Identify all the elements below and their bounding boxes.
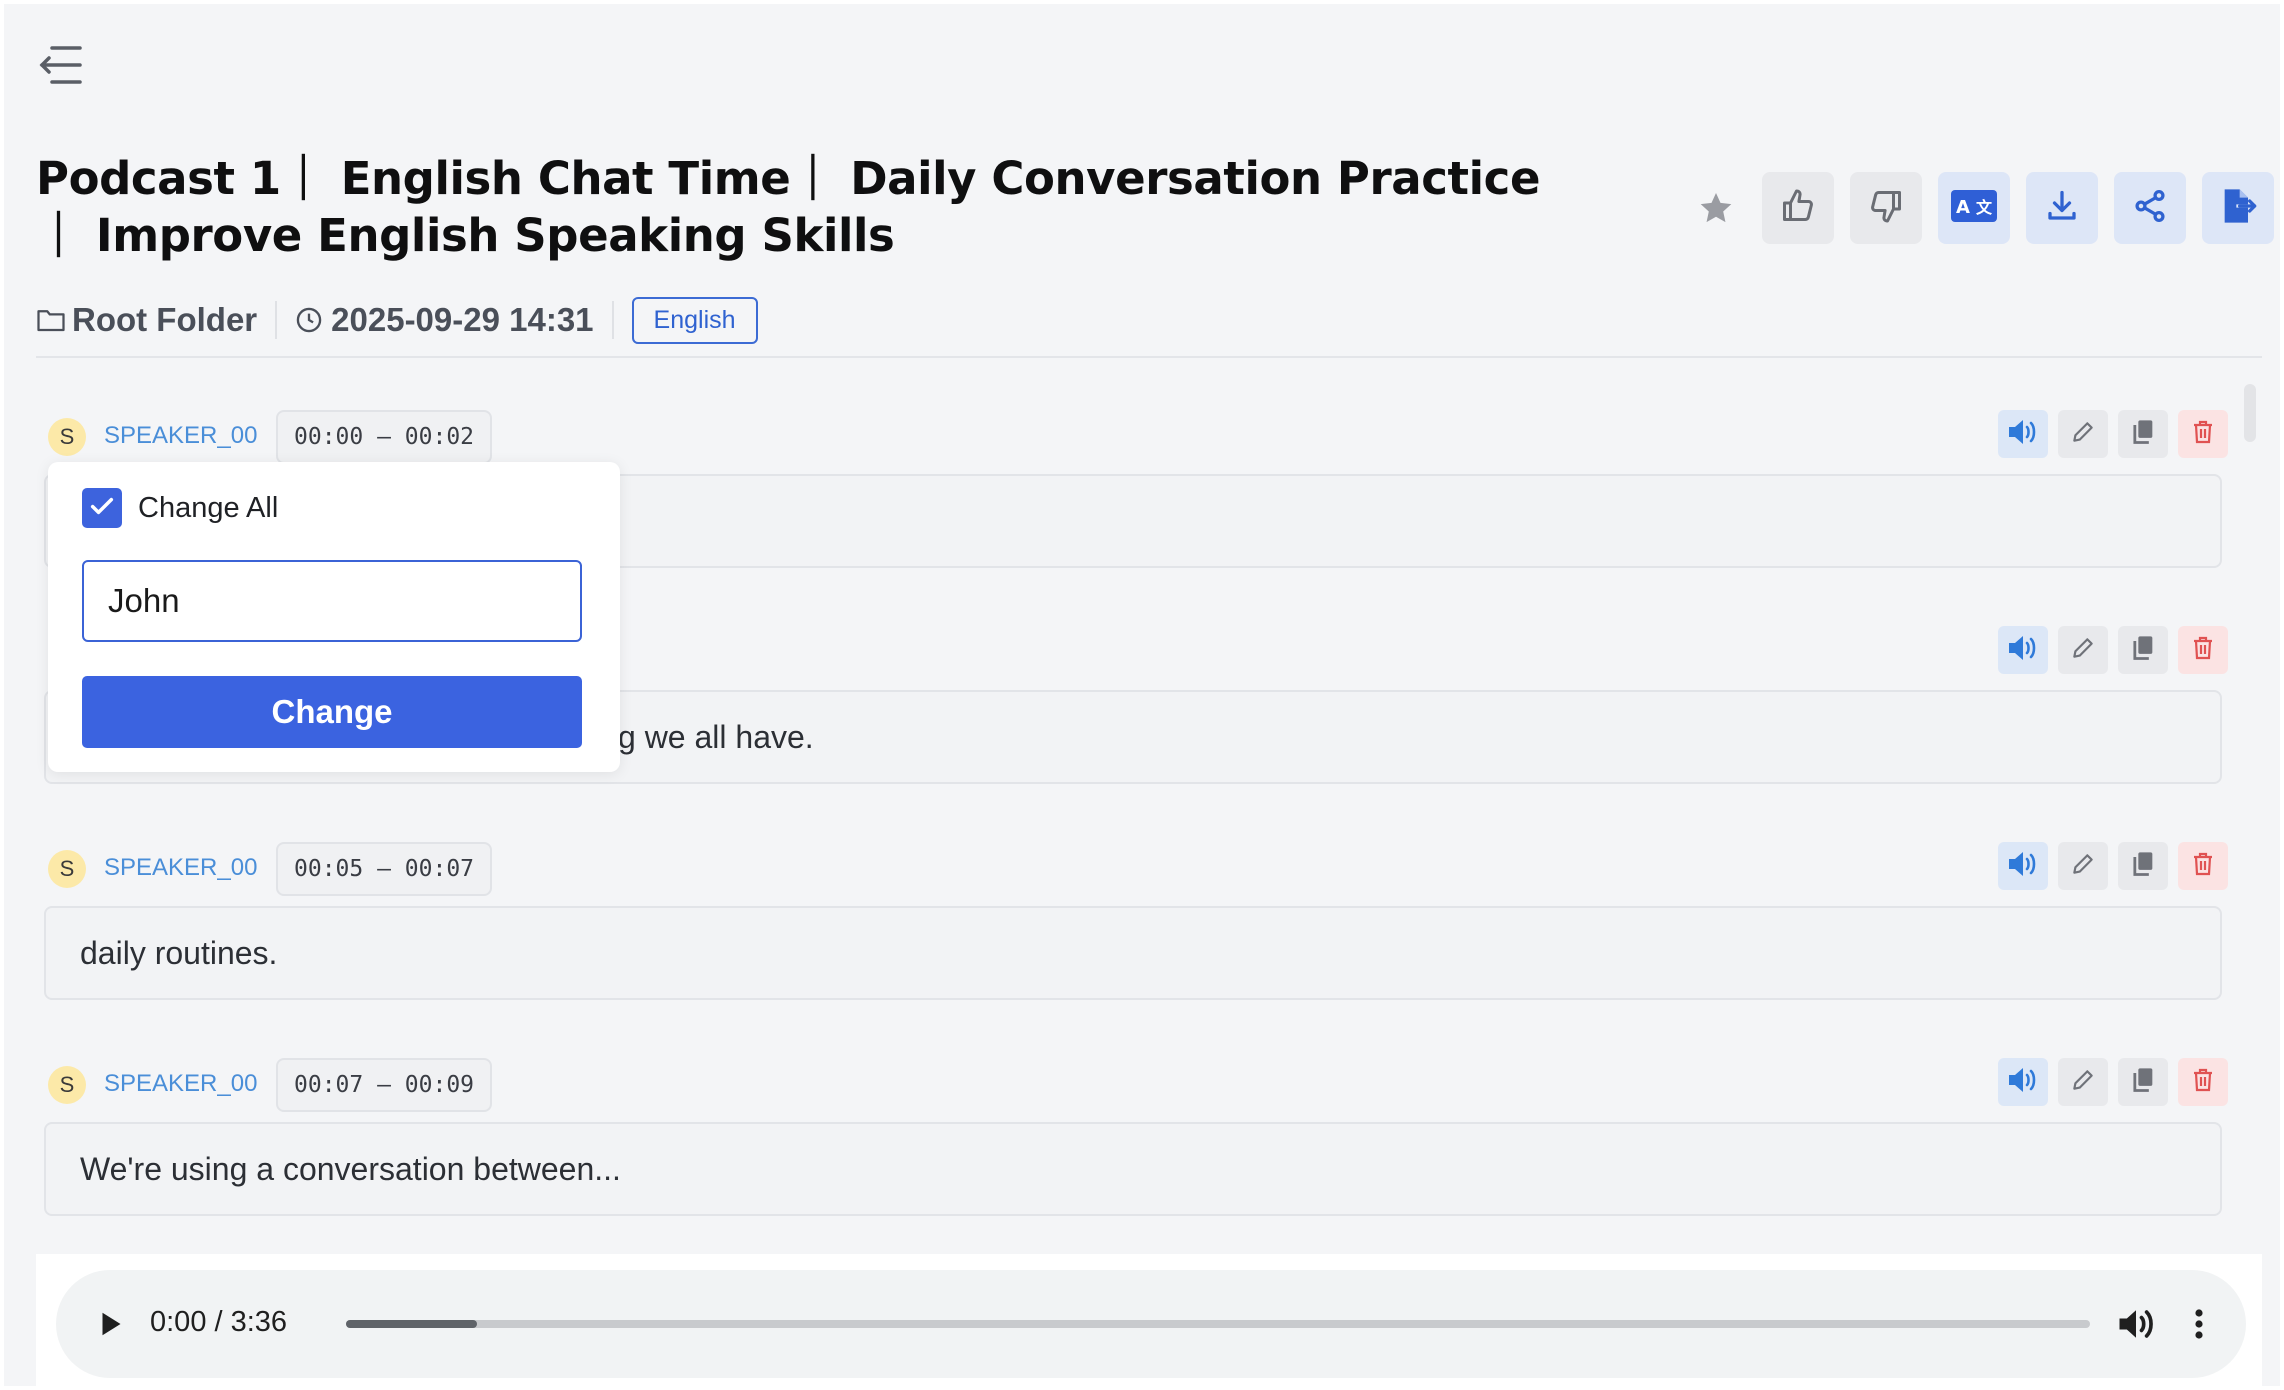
language-tag[interactable]: English (631, 296, 758, 344)
clock-icon (295, 306, 323, 334)
play-segment-button[interactable] (1998, 410, 2048, 458)
copy-icon (2129, 1066, 2157, 1099)
folder-icon (36, 305, 66, 335)
volume-icon[interactable] (2114, 1302, 2158, 1346)
thumbs-down-icon (1868, 188, 1904, 229)
copy-segment-button[interactable] (2118, 410, 2168, 458)
translate-icon: A 文 (1950, 189, 1998, 228)
svg-text:文: 文 (1976, 198, 1993, 217)
checkmark-icon (88, 492, 116, 525)
segment-header: S SPEAKER_00 00:05 – 00:07 (44, 840, 2228, 896)
copy-icon (2129, 418, 2157, 451)
edit-segment-button[interactable] (2058, 626, 2108, 674)
speaker-volume-icon (2007, 634, 2039, 667)
copy-segment-button[interactable] (2118, 842, 2168, 890)
audio-player: 0:00 / 3:36 (56, 1270, 2246, 1378)
thumbs-down-button[interactable] (1850, 172, 1922, 244)
page-title: Podcast 1｜ English Chat Time｜ Daily Conv… (36, 152, 1541, 262)
copy-segment-button[interactable] (2118, 1058, 2168, 1106)
copy-icon (2129, 634, 2157, 667)
toolbar: A 文 (1694, 172, 2274, 244)
export-icon (2218, 186, 2258, 231)
speaker-volume-icon (2007, 850, 2039, 883)
pencil-icon (2070, 1067, 2096, 1098)
header-divider (36, 356, 2262, 358)
segment-header: S SPEAKER_00 00:00 – 00:02 (44, 408, 2228, 464)
download-button[interactable] (2026, 172, 2098, 244)
change-all-checkbox[interactable] (82, 488, 122, 528)
speaker-volume-icon (2007, 1066, 2039, 1099)
copy-icon (2129, 850, 2157, 883)
speaker-name-link[interactable]: SPEAKER_00 (104, 854, 257, 882)
share-icon (2132, 188, 2168, 229)
seek-bar-buffered (346, 1320, 477, 1328)
export-button[interactable] (2202, 172, 2274, 244)
edit-segment-button[interactable] (2058, 1058, 2108, 1106)
avatar: S (48, 1066, 86, 1104)
segment-actions (1988, 1058, 2228, 1106)
meta-divider (275, 301, 278, 339)
pencil-icon (2070, 635, 2096, 666)
trash-icon (2191, 851, 2215, 882)
play-segment-button[interactable] (1998, 842, 2048, 890)
seek-bar[interactable] (346, 1320, 2090, 1328)
trash-icon (2191, 635, 2215, 666)
speaker-name-link[interactable]: SPEAKER_00 (104, 1070, 257, 1098)
playback-time: 0:00 / 3:36 (150, 1306, 288, 1338)
speaker-name-input[interactable] (82, 560, 582, 642)
play-icon[interactable] (92, 1306, 128, 1342)
delete-segment-button[interactable] (2178, 410, 2228, 458)
collapse-sidebar-icon[interactable] (36, 42, 86, 88)
edit-segment-button[interactable] (2058, 410, 2108, 458)
thumbs-up-button[interactable] (1762, 172, 1834, 244)
avatar: S (48, 418, 86, 456)
speaker-name-link[interactable]: SPEAKER_00 (104, 422, 257, 450)
trash-icon (2191, 419, 2215, 450)
folder-link[interactable]: Root Folder (36, 301, 257, 339)
timestamp-badge[interactable]: 00:00 – 00:02 (276, 410, 493, 464)
delete-segment-button[interactable] (2178, 626, 2228, 674)
meta-row: Root Folder 2025-09-29 14:31 English (36, 296, 758, 344)
app-window: Podcast 1｜ English Chat Time｜ Daily Conv… (4, 4, 2280, 1386)
star-icon[interactable] (1694, 186, 1738, 230)
audio-player-bar: 0:00 / 3:36 (36, 1254, 2262, 1386)
thumbs-up-icon (1780, 188, 1816, 229)
translate-button[interactable]: A 文 (1938, 172, 2010, 244)
created-datetime: 2025-09-29 14:31 (295, 301, 594, 339)
play-segment-button[interactable] (1998, 626, 2048, 674)
datetime-text: 2025-09-29 14:31 (331, 301, 594, 338)
copy-segment-button[interactable] (2118, 626, 2168, 674)
segment-text[interactable]: daily routines. (44, 906, 2222, 1000)
speaker-volume-icon (2007, 418, 2039, 451)
change-all-label: Change All (138, 492, 279, 524)
svg-text:A: A (1956, 197, 1970, 218)
download-icon (2044, 188, 2080, 229)
more-options-icon[interactable] (2184, 1302, 2214, 1346)
pencil-icon (2070, 851, 2096, 882)
delete-segment-button[interactable] (2178, 1058, 2228, 1106)
edit-segment-button[interactable] (2058, 842, 2108, 890)
avatar: S (48, 850, 86, 888)
share-button[interactable] (2114, 172, 2186, 244)
delete-segment-button[interactable] (2178, 842, 2228, 890)
trash-icon (2191, 1067, 2215, 1098)
scrollbar-thumb[interactable] (2244, 384, 2256, 442)
change-button[interactable]: Change (82, 676, 582, 748)
rename-speaker-popover: Change All Change (48, 462, 620, 772)
segment-actions (1988, 626, 2228, 674)
meta-divider (611, 301, 614, 339)
segment-header: S SPEAKER_00 00:07 – 00:09 (44, 1056, 2228, 1112)
play-segment-button[interactable] (1998, 1058, 2048, 1106)
segment-actions (1988, 842, 2228, 890)
segment-text[interactable]: We're using a conversation between... (44, 1122, 2222, 1216)
timestamp-badge[interactable]: 00:07 – 00:09 (276, 1058, 493, 1112)
timestamp-badge[interactable]: 00:05 – 00:07 (276, 842, 493, 896)
segment-actions (1988, 410, 2228, 458)
folder-name: Root Folder (72, 301, 258, 338)
pencil-icon (2070, 419, 2096, 450)
